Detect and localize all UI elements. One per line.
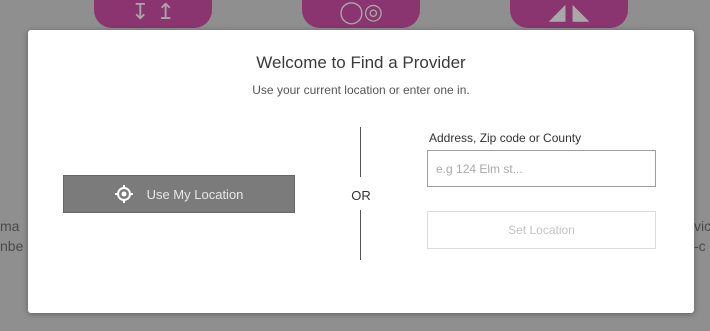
background-category-tile: ↧ ↥ xyxy=(94,0,212,28)
use-my-location-button[interactable]: Use My Location xyxy=(63,175,295,213)
background-category-tile: ◢ ◣ xyxy=(510,0,628,28)
background-text-fragment: ma nbe xyxy=(0,218,24,254)
set-location-label: Set Location xyxy=(508,223,575,237)
use-my-location-label: Use My Location xyxy=(146,186,244,202)
background-stethoscope-icon: ◯◎ xyxy=(339,0,383,25)
address-field-label: Address, Zip code or County xyxy=(429,131,582,145)
background-tile-icon: ↧ ↥ xyxy=(131,0,175,25)
background-tile-icon: ◢ ◣ xyxy=(548,0,590,25)
vertical-divider xyxy=(360,127,361,177)
find-provider-modal: Welcome to Find a Provider Use your curr… xyxy=(28,30,694,313)
crosshair-location-icon xyxy=(114,185,133,203)
set-location-button[interactable]: Set Location xyxy=(427,211,656,249)
modal-title: Welcome to Find a Provider xyxy=(256,53,466,72)
background-category-tile: ◯◎ xyxy=(302,0,420,28)
address-input[interactable] xyxy=(427,150,656,187)
modal-subtitle: Use your current location or enter one i… xyxy=(252,83,470,97)
vertical-divider xyxy=(360,210,361,260)
or-separator-label: OR xyxy=(351,188,371,203)
background-text-fragment: vic -c xyxy=(694,218,710,254)
